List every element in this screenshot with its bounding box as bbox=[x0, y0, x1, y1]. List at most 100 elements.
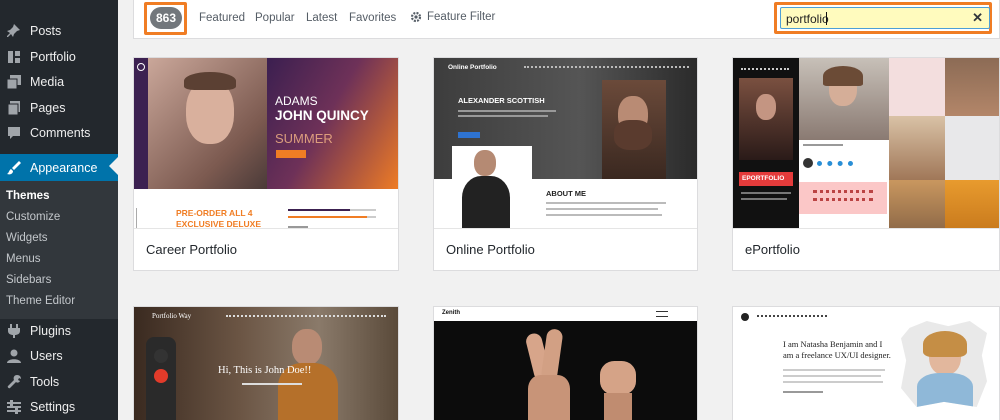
natasha-text-line-2 bbox=[783, 375, 881, 377]
eport-photo-woman bbox=[799, 58, 889, 140]
menu-users-label: Users bbox=[30, 349, 63, 363]
menu-media-label: Media bbox=[30, 75, 65, 89]
submenu-sidebars[interactable]: Sidebars bbox=[6, 274, 51, 286]
eport-grid-2 bbox=[945, 58, 999, 116]
menu-plugins-label: Plugins bbox=[30, 324, 71, 338]
menu-portfolio-label: Portfolio bbox=[30, 50, 76, 64]
submenu-menus[interactable]: Menus bbox=[6, 253, 41, 265]
career-portrait-photo bbox=[148, 58, 267, 189]
skill-bar-1 bbox=[288, 209, 376, 211]
online-about-photo bbox=[452, 146, 532, 230]
menu-media[interactable]: Media bbox=[0, 69, 118, 95]
skill-bar-2 bbox=[288, 216, 376, 218]
tab-popular[interactable]: Popular bbox=[255, 12, 295, 24]
theme-screenshot: I am Natasha Benjamin and I am a freelan… bbox=[733, 307, 999, 420]
settings-icon bbox=[6, 399, 22, 415]
theme-card-career-portfolio[interactable]: ADAMS JOHN QUINCY SUMMER PRE-ORDER ALL 4… bbox=[133, 57, 399, 271]
theme-card-eportfolio[interactable]: EPORTFOLIO ePortfolio bbox=[732, 57, 1000, 271]
online-intro-line-2 bbox=[458, 115, 548, 117]
active-menu-arrow bbox=[109, 157, 118, 175]
career-side-nav bbox=[134, 58, 148, 189]
theme-screenshot: EPORTFOLIO bbox=[733, 58, 999, 230]
natasha-link-line bbox=[783, 391, 823, 393]
appearance-icon bbox=[6, 160, 22, 176]
feature-filter-button[interactable]: Feature Filter bbox=[410, 11, 495, 23]
theme-screenshot: Portfolio Way Hi, This is John Doe!! bbox=[134, 307, 398, 420]
theme-screenshot: ADAMS JOHN QUINCY SUMMER PRE-ORDER ALL 4… bbox=[134, 58, 398, 230]
eport-grid-4 bbox=[945, 116, 999, 180]
zenith-logo: Zenith bbox=[442, 310, 460, 316]
menu-appearance[interactable]: Appearance bbox=[0, 154, 118, 181]
natasha-headline: I am Natasha Benjamin and I am a freelan… bbox=[783, 339, 891, 360]
submenu-theme-editor[interactable]: Theme Editor bbox=[6, 295, 75, 307]
clear-search-icon[interactable]: ✕ bbox=[972, 10, 983, 26]
eport-grid-3 bbox=[889, 116, 945, 180]
eport-grid-1 bbox=[889, 58, 945, 116]
career-first-name: ADAMS bbox=[275, 94, 318, 108]
portfolio-way-nav bbox=[226, 315, 386, 317]
menu-posts[interactable]: Posts bbox=[0, 18, 118, 44]
eport-pink-panel bbox=[799, 182, 887, 214]
hamburger-menu-icon bbox=[656, 311, 668, 317]
eport-text-line-2 bbox=[741, 198, 787, 200]
portfolio-way-headline: Hi, This is John Doe!! bbox=[218, 365, 312, 376]
online-cta-button bbox=[458, 132, 480, 138]
menu-portfolio[interactable]: Portfolio bbox=[0, 44, 118, 70]
tab-featured[interactable]: Featured bbox=[199, 12, 245, 24]
theme-screenshot: Zenith bbox=[434, 307, 697, 420]
natasha-brush-frame bbox=[901, 321, 987, 407]
tab-latest[interactable]: Latest bbox=[306, 12, 337, 24]
career-hero-gradient bbox=[267, 58, 398, 189]
plugins-icon bbox=[6, 323, 22, 339]
submenu-customize[interactable]: Customize bbox=[6, 211, 60, 223]
tab-favorites[interactable]: Favorites bbox=[349, 12, 396, 24]
eport-grid-5 bbox=[889, 180, 945, 230]
eport-grid-6 bbox=[945, 180, 999, 230]
menu-tools-label: Tools bbox=[30, 375, 60, 389]
menu-comments[interactable]: Comments bbox=[0, 120, 118, 146]
natasha-text-line-1 bbox=[783, 369, 885, 371]
admin-sidebar: Posts Portfolio Media Pages Comments App… bbox=[0, 0, 118, 420]
submenu-widgets[interactable]: Widgets bbox=[6, 232, 48, 244]
career-season: SUMMER bbox=[275, 131, 333, 146]
career-promo-text: PRE-ORDER ALL 4 EXCLUSIVE DELUXE VERSION… bbox=[176, 208, 262, 229]
feature-filter-label: Feature Filter bbox=[427, 11, 496, 23]
online-logo: Online Portfolio bbox=[448, 64, 497, 71]
menu-plugins[interactable]: Plugins bbox=[0, 318, 118, 344]
theme-card-online-portfolio[interactable]: Online Portfolio ALEXANDER SCOTTISH ABOU… bbox=[433, 57, 698, 271]
zenith-hero bbox=[434, 321, 697, 420]
menu-pages-label: Pages bbox=[30, 101, 66, 115]
eport-avatar bbox=[803, 158, 813, 168]
online-about-line-1 bbox=[546, 202, 666, 204]
theme-card-portfolio-way[interactable]: Portfolio Way Hi, This is John Doe!! bbox=[133, 306, 399, 420]
eport-card-line bbox=[803, 144, 843, 146]
eport-text-line-1 bbox=[741, 192, 791, 194]
career-vertical-text bbox=[136, 208, 141, 228]
traffic-light bbox=[146, 337, 176, 420]
natasha-text-line-3 bbox=[783, 381, 883, 383]
pages-icon bbox=[6, 100, 22, 116]
eport-profile-photo bbox=[739, 78, 793, 160]
search-icon bbox=[137, 63, 145, 71]
online-hero-photo bbox=[602, 80, 666, 179]
menu-users[interactable]: Users bbox=[0, 343, 118, 369]
menu-tools[interactable]: Tools bbox=[0, 369, 118, 395]
menu-settings[interactable]: Settings bbox=[0, 394, 118, 420]
menu-settings-label: Settings bbox=[30, 400, 76, 414]
online-nav bbox=[524, 66, 689, 68]
theme-count-badge: 863 bbox=[150, 7, 182, 29]
menu-posts-label: Posts bbox=[30, 24, 62, 38]
theme-card-zenith[interactable]: Zenith bbox=[433, 306, 698, 420]
submenu-themes[interactable]: Themes bbox=[6, 190, 49, 202]
theme-name: Career Portfolio bbox=[134, 228, 398, 270]
theme-search-input[interactable] bbox=[786, 11, 966, 26]
portfolio-icon bbox=[6, 49, 22, 65]
career-cta-button bbox=[276, 150, 306, 158]
media-icon bbox=[6, 74, 22, 90]
theme-search-box: ✕ bbox=[780, 7, 990, 29]
menu-pages[interactable]: Pages bbox=[0, 95, 118, 121]
theme-card-natasha[interactable]: I am Natasha Benjamin and I am a freelan… bbox=[732, 306, 1000, 420]
comments-icon bbox=[6, 125, 22, 141]
natasha-nav bbox=[757, 315, 827, 317]
social-icons bbox=[741, 68, 789, 70]
